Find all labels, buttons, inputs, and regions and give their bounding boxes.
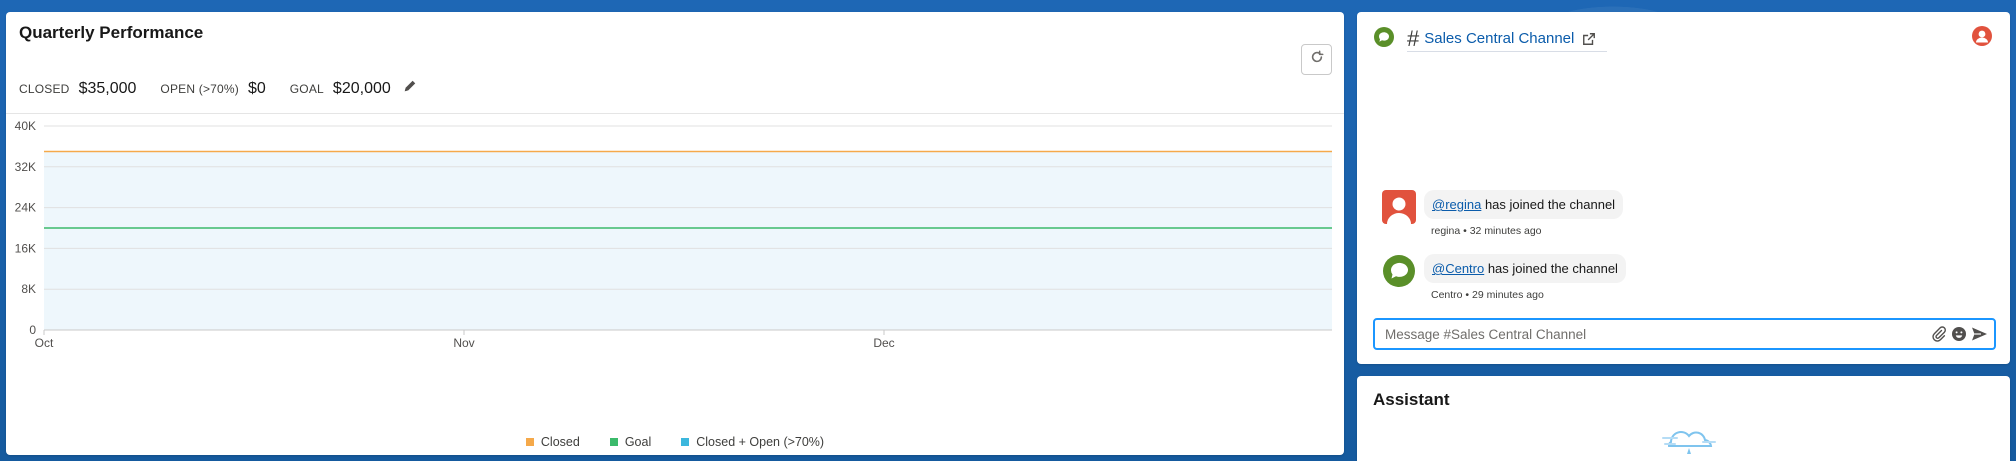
message-author: regina [1431, 225, 1461, 237]
open-label: OPEN (>70%) [160, 82, 239, 96]
hash-symbol: # [1407, 25, 1420, 51]
closed-value: $35,000 [78, 80, 137, 97]
area-closed-open [44, 151, 1332, 330]
y-tick-label: 16K [15, 241, 36, 255]
legend-item[interactable]: Closed [525, 435, 580, 449]
user-avatar-icon[interactable] [1972, 26, 1992, 51]
quarterly-performance-card: Quarterly Performance CLOSED $35,000 OPE… [6, 12, 1344, 455]
message-time: 29 minutes ago [1472, 289, 1544, 301]
goal-label: GOAL [289, 82, 324, 96]
channel-card: # Sales Central Channel @regina has join… [1357, 12, 2010, 364]
metrics-row: CLOSED $35,000 OPEN (>70%) $0 GOAL $20,0… [19, 79, 417, 98]
card-title: Quarterly Performance [19, 23, 204, 42]
message-bubble: @regina has joined the channel [1424, 190, 1624, 219]
y-tick-label: 32K [15, 160, 36, 174]
message-item: @Centro has joined the channel Centro • … [1382, 254, 1626, 301]
message-composer [1373, 318, 1996, 350]
legend-label: Closed [540, 435, 580, 449]
message-item: @regina has joined the channel regina • … [1382, 190, 1624, 237]
external-link-icon[interactable] [1582, 32, 1596, 46]
chart-svg: 0 8K 16K 24K 32K 40K Oct Nov Dec [15, 119, 1332, 350]
mention-link[interactable]: @Centro [1432, 261, 1484, 276]
message-time: 32 minutes ago [1469, 225, 1542, 237]
y-tick-label: 24K [15, 201, 36, 215]
closed-label: CLOSED [19, 82, 70, 96]
channel-name-link[interactable]: Sales Central Channel [1424, 30, 1574, 47]
y-tick-label: 0 [29, 323, 36, 337]
chat-logo-icon [1373, 26, 1395, 53]
refresh-button[interactable] [1301, 44, 1332, 75]
goal-value: $20,000 [332, 80, 391, 97]
legend-label: Goal [624, 435, 652, 449]
message-text: has joined the channel [1481, 197, 1616, 212]
message-text: has joined the channel [1484, 261, 1618, 276]
performance-chart: 0 8K 16K 24K 32K 40K Oct Nov Dec Closed Goal Close… [6, 113, 1344, 455]
assistant-title: Assistant [1373, 390, 1450, 409]
assistant-card: Assistant [1357, 376, 2010, 461]
message-meta: Centro • 29 minutes ago [1431, 289, 1544, 301]
open-value: $0 [247, 80, 266, 97]
x-tick-label: Oct [35, 336, 54, 350]
mention-link[interactable]: @regina [1432, 197, 1481, 212]
chart-legend: Closed Goal Closed + Open (>70%) [6, 435, 1344, 449]
paperclip-icon[interactable] [1931, 326, 1947, 342]
legend-label: Closed + Open (>70%) [696, 435, 825, 449]
legend-swatch [609, 438, 618, 446]
y-tick-label: 40K [15, 119, 36, 133]
x-tick-label: Dec [873, 336, 894, 350]
message-meta: regina • 32 minutes ago [1431, 225, 1542, 237]
refresh-icon [1310, 50, 1324, 69]
message-input[interactable] [1385, 326, 1931, 342]
legend-swatch [681, 438, 690, 446]
send-icon[interactable] [1971, 326, 1988, 342]
message-bubble: @Centro has joined the channel [1424, 254, 1626, 283]
message-author: Centro [1431, 289, 1463, 301]
legend-item[interactable]: Goal [609, 435, 652, 449]
person-avatar-icon [1382, 190, 1416, 224]
x-tick-label: Nov [453, 336, 474, 350]
legend-item[interactable]: Closed + Open (>70%) [681, 435, 824, 449]
y-tick-label: 8K [21, 282, 36, 296]
channel-header: # Sales Central Channel [1407, 26, 1607, 52]
legend-swatch [525, 438, 534, 446]
cloud-illustration-icon [1657, 422, 1727, 461]
smiley-icon[interactable] [1951, 326, 1967, 342]
pencil-icon[interactable] [403, 79, 417, 93]
chat-bubble-avatar-icon [1382, 254, 1416, 288]
